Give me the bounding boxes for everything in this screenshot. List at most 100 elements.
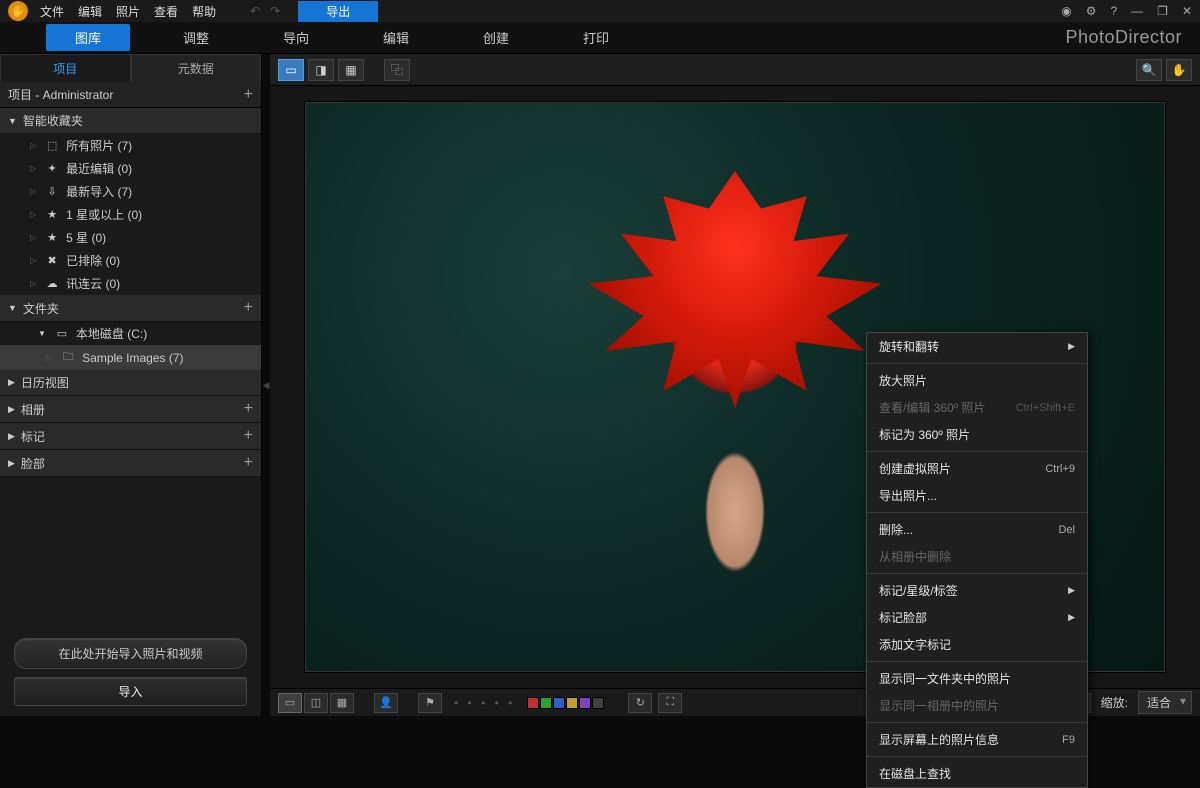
- import-hint[interactable]: 在此处开始导入照片和视频: [14, 638, 247, 669]
- side-tab-metadata[interactable]: 元数据: [131, 54, 262, 82]
- help-icon[interactable]: ?: [1110, 4, 1117, 18]
- flag-icon[interactable]: ⚑: [418, 693, 442, 713]
- grid-icon: ⬚: [44, 139, 60, 152]
- view-compare-icon[interactable]: ◨: [308, 59, 334, 81]
- ctx-mark-360[interactable]: 标记为 360º 照片: [867, 421, 1087, 448]
- side-tab-project[interactable]: 项目: [0, 54, 131, 82]
- section-calendar[interactable]: ▶ 日历视图: [0, 370, 261, 396]
- app-logo-icon: ✋: [8, 1, 28, 21]
- section-album[interactable]: ▶ 相册 +: [0, 396, 261, 423]
- tab-library[interactable]: 图库: [46, 24, 130, 51]
- smart-5star[interactable]: ▷★5 星 (0): [0, 226, 261, 249]
- smart-recent-import[interactable]: ▷⇩最新导入 (7): [0, 180, 261, 203]
- undo-icon[interactable]: ↶: [250, 4, 260, 18]
- layout-3-icon[interactable]: ▦: [330, 693, 354, 713]
- ctx-virtual-copy[interactable]: 创建虚拟照片Ctrl+9: [867, 455, 1087, 482]
- canvas[interactable]: 旋转和翻转▶ 放大照片 查看/编辑 360º 照片Ctrl+Shift+E 标记…: [270, 86, 1200, 688]
- section-face[interactable]: ▶ 脸部 +: [0, 450, 261, 477]
- folder-sample-images[interactable]: ▷🗀Sample Images (7): [0, 345, 261, 370]
- close-icon[interactable]: ✕: [1182, 4, 1192, 18]
- ctx-find-disk[interactable]: 在磁盘上查找: [867, 760, 1087, 787]
- star-icon: ★: [44, 231, 60, 244]
- menu-view[interactable]: 查看: [154, 3, 178, 20]
- ctx-flags[interactable]: 标记/星级/标签▶: [867, 577, 1087, 604]
- ctx-tag-face[interactable]: 标记脸部▶: [867, 604, 1087, 631]
- project-header: 项目 - Administrator +: [0, 82, 261, 108]
- smart-all-photos[interactable]: ▷⬚所有照片 (7): [0, 134, 261, 157]
- search-icon[interactable]: 🔍: [1136, 59, 1162, 81]
- pan-icon[interactable]: ✋: [1166, 59, 1192, 81]
- ctx-export[interactable]: 导出照片...: [867, 482, 1087, 509]
- export-button[interactable]: 导出: [298, 1, 378, 22]
- chevron-right-icon: ▶: [1068, 585, 1075, 596]
- swatch-red[interactable]: [527, 697, 539, 709]
- notification-icon[interactable]: ◉: [1061, 4, 1071, 18]
- settings-icon[interactable]: ⚙: [1086, 4, 1097, 18]
- splitter[interactable]: ◀: [262, 54, 270, 716]
- add-folder-icon[interactable]: +: [244, 299, 253, 317]
- swatch-yellow[interactable]: [566, 697, 578, 709]
- drive-icon: ▭: [54, 327, 70, 340]
- view-grid-icon[interactable]: ▦: [338, 59, 364, 81]
- smart-1star[interactable]: ▷★1 星或以上 (0): [0, 203, 261, 226]
- smart-recent-edit[interactable]: ▷✦最近编辑 (0): [0, 157, 261, 180]
- layout-1-icon[interactable]: ▭: [278, 693, 302, 713]
- ctx-rotate-flip[interactable]: 旋转和翻转▶: [867, 333, 1087, 360]
- section-smart[interactable]: ▼ 智能收藏夹: [0, 108, 261, 134]
- smart-cloud[interactable]: ▷☁讯连云 (0): [0, 272, 261, 295]
- menu-photo[interactable]: 照片: [116, 3, 140, 20]
- star-icon: ★: [44, 208, 60, 221]
- chevron-right-icon: ▶: [1068, 341, 1075, 352]
- face-tag-icon[interactable]: 👤: [374, 693, 398, 713]
- menu-help[interactable]: 帮助: [192, 3, 216, 20]
- rotate-icon[interactable]: ↻: [628, 693, 652, 713]
- swatch-blue[interactable]: [553, 697, 565, 709]
- zoom-label: 缩放:: [1101, 694, 1128, 711]
- tab-create[interactable]: 创建: [446, 24, 546, 51]
- view-secondary-icon[interactable]: ⿻: [384, 59, 410, 81]
- brand-label: PhotoDirector: [1065, 27, 1182, 48]
- tab-guided[interactable]: 导向: [246, 24, 346, 51]
- sparkle-icon: ✦: [44, 162, 60, 175]
- tab-edit[interactable]: 编辑: [346, 24, 446, 51]
- ctx-enlarge[interactable]: 放大照片: [867, 367, 1087, 394]
- redo-icon[interactable]: ↷: [270, 4, 280, 18]
- ctx-add-text-tag[interactable]: 添加文字标记: [867, 631, 1087, 658]
- menu-file[interactable]: 文件: [40, 3, 64, 20]
- chevron-down-icon: ▼: [8, 303, 17, 313]
- reject-icon: ✖: [44, 254, 60, 267]
- ctx-show-folder[interactable]: 显示同一文件夹中的照片: [867, 665, 1087, 692]
- menu-edit[interactable]: 编辑: [78, 3, 102, 20]
- swatch-gray[interactable]: [592, 697, 604, 709]
- chevron-right-icon: ▶: [8, 458, 15, 469]
- section-folders[interactable]: ▼ 文件夹 +: [0, 295, 261, 322]
- add-face-icon[interactable]: +: [244, 454, 253, 472]
- section-folders-label: 文件夹: [23, 300, 59, 317]
- view-single-icon[interactable]: ▭: [278, 59, 304, 81]
- section-tag-label: 标记: [21, 428, 45, 445]
- swatch-green[interactable]: [540, 697, 552, 709]
- minimize-icon[interactable]: —: [1131, 4, 1143, 18]
- view-toolbar: ▭ ◨ ▦ ⿻ 🔍 ✋: [270, 54, 1200, 86]
- smart-excluded[interactable]: ▷✖已排除 (0): [0, 249, 261, 272]
- crop-icon[interactable]: ⛶: [658, 693, 682, 713]
- zoom-select[interactable]: 适合: [1138, 691, 1192, 714]
- ctx-delete-album: 从相册中删除: [867, 543, 1087, 570]
- ctx-show-info[interactable]: 显示屏幕上的照片信息F9: [867, 726, 1087, 753]
- download-icon: ⇩: [44, 185, 60, 198]
- tab-print[interactable]: 打印: [546, 24, 646, 51]
- maximize-icon[interactable]: ❐: [1157, 4, 1168, 18]
- ctx-delete[interactable]: 删除...Del: [867, 516, 1087, 543]
- rating-dots[interactable]: • • • • •: [454, 696, 515, 710]
- add-tag-icon[interactable]: +: [244, 427, 253, 445]
- section-album-label: 相册: [21, 401, 45, 418]
- folder-drive[interactable]: ▼▭本地磁盘 (C:): [0, 322, 261, 345]
- add-project-icon[interactable]: +: [244, 86, 253, 104]
- swatch-purple[interactable]: [579, 697, 591, 709]
- import-button[interactable]: 导入: [14, 677, 247, 706]
- layout-2-icon[interactable]: ◫: [304, 693, 328, 713]
- section-tag[interactable]: ▶ 标记 +: [0, 423, 261, 450]
- tab-adjust[interactable]: 调整: [146, 24, 246, 51]
- cloud-icon: ☁: [44, 277, 60, 290]
- add-album-icon[interactable]: +: [244, 400, 253, 418]
